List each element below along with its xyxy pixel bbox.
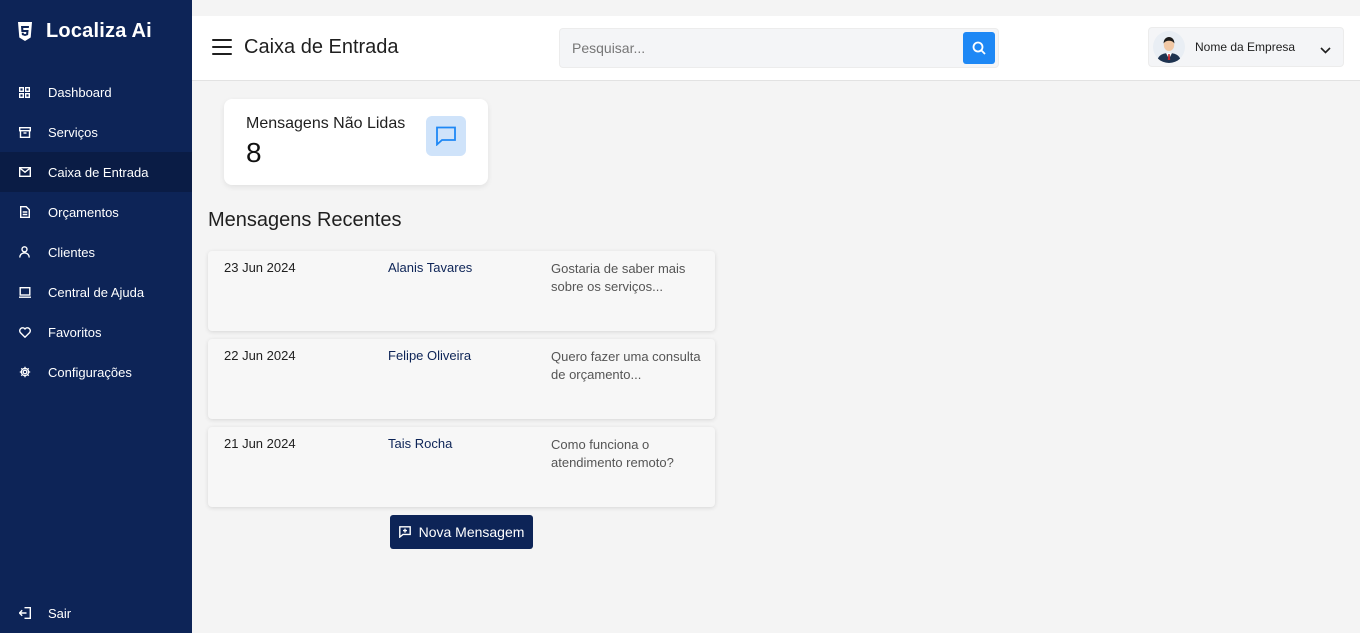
message-sender: Tais Rocha — [388, 436, 453, 451]
sidebar-item-label: Central de Ajuda — [48, 284, 145, 300]
sidebar-item-favoritos[interactable]: Favoritos — [0, 312, 192, 352]
logout-button[interactable]: Sair — [0, 593, 192, 633]
sidebar-item-servicos[interactable]: Serviços — [0, 112, 192, 152]
search-bar — [559, 28, 999, 68]
gear-icon — [18, 366, 31, 379]
sidebar-item-label: Orçamentos — [48, 204, 119, 220]
sidebar-item-label: Clientes — [48, 244, 95, 260]
brand[interactable]: Localiza Ai — [16, 20, 152, 43]
profile-menu[interactable]: Nome da Empresa — [1148, 27, 1344, 67]
sidebar-item-label: Favoritos — [48, 324, 102, 340]
message-icon — [426, 116, 466, 156]
mail-icon — [18, 166, 31, 179]
new-message-icon — [398, 526, 411, 538]
message-preview: Quero fazer uma consulta de orçamento... — [551, 349, 701, 382]
sidebar: Localiza Ai Dashboard Serviços Caixa de … — [0, 0, 192, 633]
heart-icon — [18, 326, 31, 339]
sidebar-item-central-de-ajuda[interactable]: Central de Ajuda — [0, 272, 192, 312]
recent-messages-title: Mensagens Recentes — [208, 209, 402, 231]
sidebar-item-orcamentos[interactable]: Orçamentos — [0, 192, 192, 232]
laptop-icon — [18, 286, 31, 299]
brand-name: Localiza Ai — [46, 20, 152, 42]
unread-messages-card: Mensagens Não Lidas 8 — [224, 99, 488, 185]
message-row[interactable]: 21 Jun 2024 Tais Rocha Como funciona o a… — [208, 427, 715, 507]
search-icon — [972, 41, 986, 55]
hamburger-menu-icon[interactable] — [212, 39, 232, 55]
new-message-button[interactable]: Nova Mensagem — [390, 515, 533, 549]
grid-icon — [18, 86, 31, 99]
user-icon — [18, 246, 31, 259]
html5-shield-icon — [16, 21, 33, 43]
stat-value: 8 — [246, 137, 262, 168]
sidebar-item-clientes[interactable]: Clientes — [0, 232, 192, 272]
message-row[interactable]: 23 Jun 2024 Alanis Tavares Gostaria de s… — [208, 251, 715, 331]
sidebar-nav: Dashboard Serviços Caixa de Entrada Orça… — [0, 72, 192, 392]
archive-icon — [18, 126, 31, 139]
sidebar-item-label: Caixa de Entrada — [48, 164, 149, 180]
page-title: Caixa de Entrada — [244, 36, 399, 58]
sidebar-item-label: Configurações — [48, 364, 132, 380]
message-preview: Gostaria de saber mais sobre os serviços… — [551, 261, 686, 294]
message-date: 22 Jun 2024 — [224, 348, 296, 363]
new-message-label: Nova Mensagem — [418, 524, 525, 540]
sidebar-item-label: Serviços — [48, 124, 98, 140]
chevron-down-icon — [1320, 41, 1331, 59]
message-sender: Felipe Oliveira — [388, 348, 472, 363]
message-row[interactable]: 22 Jun 2024 Felipe Oliveira Quero fazer … — [208, 339, 715, 419]
search-input[interactable] — [572, 37, 952, 59]
message-sender: Alanis Tavares — [388, 260, 473, 275]
document-icon — [18, 206, 31, 219]
top-bar: Caixa de Entrada Nome da Empresa — [192, 16, 1360, 81]
search-button[interactable] — [963, 32, 995, 64]
sidebar-item-caixa-de-entrada[interactable]: Caixa de Entrada — [0, 152, 192, 192]
profile-name: Nome da Empresa — [1195, 40, 1296, 54]
stat-label: Mensagens Não Lidas — [246, 115, 406, 132]
message-date: 21 Jun 2024 — [224, 436, 296, 451]
logout-icon — [18, 607, 31, 620]
message-preview: Como funciona o atendimento remoto? — [551, 437, 674, 470]
sidebar-item-label: Dashboard — [48, 84, 112, 100]
message-date: 23 Jun 2024 — [224, 260, 296, 275]
avatar — [1153, 31, 1185, 63]
logout-label: Sair — [48, 605, 72, 621]
sidebar-item-dashboard[interactable]: Dashboard — [0, 72, 192, 112]
sidebar-item-configuracoes[interactable]: Configurações — [0, 352, 192, 392]
